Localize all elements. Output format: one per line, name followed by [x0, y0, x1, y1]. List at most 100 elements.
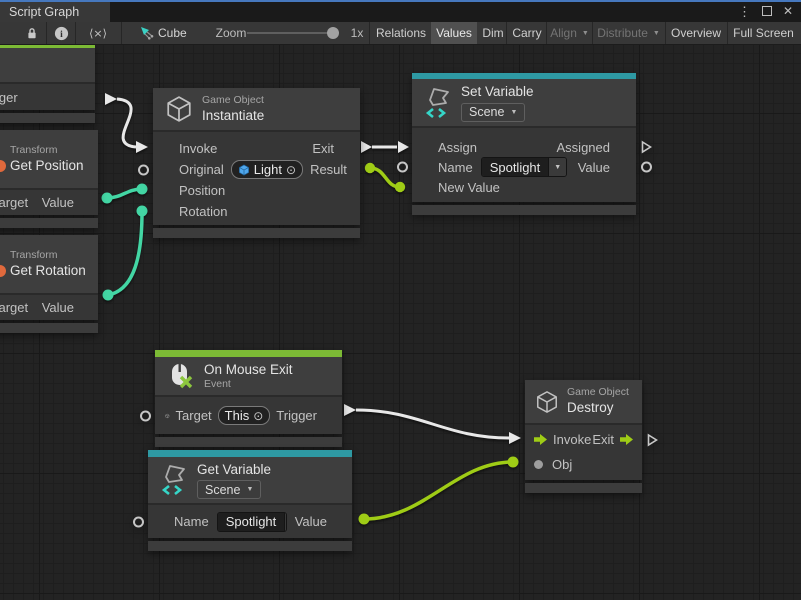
- port-label-trigger: Trigger: [276, 408, 317, 423]
- toolbar-button-distribute[interactable]: Distribute▼: [593, 22, 664, 44]
- graph-canvas[interactable]: Trigger Transform Get Position Target Va…: [0, 44, 801, 600]
- port-name-input[interactable]: [397, 162, 408, 173]
- graph-name-label: Cube: [158, 26, 187, 40]
- object-picker-icon[interactable]: ⊙: [286, 163, 296, 177]
- node-get-position[interactable]: Transform Get Position Target Value: [0, 130, 98, 228]
- wire-get-variable-to-obj[interactable]: [359, 457, 519, 525]
- toolbar-button-carry[interactable]: Carry: [508, 22, 546, 44]
- node-clipped-event[interactable]: Trigger: [0, 44, 95, 123]
- window-menu-icon[interactable]: ⋮: [738, 5, 751, 18]
- port-label-result: Result: [310, 162, 347, 177]
- code-icon: ⟨×⟩: [89, 27, 107, 40]
- chevron-down-icon: ▼: [246, 486, 253, 493]
- node-footer: [153, 228, 360, 238]
- close-icon[interactable]: ✕: [783, 5, 793, 17]
- toolbar-button-overview[interactable]: Overview: [666, 22, 726, 44]
- variable-name-dropdown[interactable]: Spotlight ▼: [481, 157, 568, 177]
- port-label-target: Target: [176, 408, 212, 423]
- port-label-original: Original: [179, 162, 224, 177]
- port-original-input[interactable]: [138, 164, 149, 175]
- node-title: Instantiate: [202, 107, 264, 125]
- object-picker-icon[interactable]: ⊙: [253, 409, 263, 423]
- node-set-variable[interactable]: Set Variable Scene ▼ Assign Assigned: [412, 73, 636, 215]
- node-destroy[interactable]: Game Object Destroy Invoke Exit: [525, 380, 642, 493]
- port-label-exit: Exit: [312, 141, 334, 156]
- port-label-value: Value: [42, 300, 74, 315]
- node-header: Set Variable Scene ▼: [412, 79, 636, 126]
- node-header: Game Object Instantiate: [153, 88, 360, 130]
- port-label-obj: Obj: [552, 457, 572, 472]
- object-field-value: This: [225, 408, 250, 423]
- variable-scope-dropdown[interactable]: Scene ▼: [461, 103, 525, 122]
- node-header: Get Variable Scene ▼: [148, 457, 352, 503]
- port-label-assign: Assign: [438, 140, 477, 155]
- port-value-output[interactable]: [641, 162, 652, 173]
- object-field-this[interactable]: This ⊙: [218, 406, 271, 425]
- toolbar-button-relations[interactable]: Relations: [372, 22, 430, 44]
- wire-trigger-to-destroy-invoke[interactable]: [344, 404, 521, 444]
- port-label-name: Name: [174, 514, 209, 529]
- wire-get-position-to-position[interactable]: [102, 184, 148, 204]
- port-label-position: Position: [179, 183, 225, 198]
- toolbar-button-align[interactable]: Align▼: [547, 22, 592, 44]
- chevron-down-icon: ▼: [653, 30, 660, 37]
- node-footer: [0, 323, 98, 333]
- zoom-label: Zoom: [213, 22, 249, 44]
- wire-exit-to-assign[interactable]: [361, 141, 409, 153]
- invoke-flow-icon[interactable]: [534, 434, 547, 445]
- node-footer: [0, 218, 98, 228]
- port-name-input[interactable]: [133, 516, 144, 527]
- tab-script-graph[interactable]: Script Graph: [0, 2, 110, 22]
- exit-flow-icon[interactable]: [620, 434, 633, 445]
- transform-icon: [0, 265, 6, 277]
- node-get-rotation[interactable]: Transform Get Rotation Target Value: [0, 235, 98, 333]
- wire-get-rotation-to-rotation[interactable]: [103, 206, 148, 301]
- zoom-slider-knob[interactable]: [327, 27, 339, 39]
- port-label-new-value: New Value: [438, 180, 500, 195]
- node-header: [0, 48, 95, 82]
- port-label-trigger: Trigger: [0, 90, 18, 105]
- variable-name-value: Spotlight: [482, 158, 549, 176]
- node-header: On Mouse Exit Event: [155, 357, 342, 395]
- maximize-icon[interactable]: [762, 6, 772, 16]
- game-object-cube-icon: [165, 408, 170, 424]
- scope-label: Scene: [469, 105, 504, 119]
- port-label-invoke: Invoke: [179, 141, 217, 156]
- toolbar-divider: [665, 22, 666, 44]
- port-label-assigned: Assigned: [557, 140, 610, 155]
- node-instantiate[interactable]: Game Object Instantiate Invoke Exit Orig…: [153, 88, 360, 238]
- game-object-cube-icon: [535, 390, 559, 414]
- info-button[interactable]: i: [47, 22, 75, 44]
- zoom-slider-track[interactable]: [247, 32, 333, 34]
- object-field-value: Light: [254, 162, 282, 177]
- port-label-value: Value: [295, 514, 327, 529]
- code-preview-button[interactable]: ⟨×⟩: [76, 22, 120, 44]
- toolbar-button-values[interactable]: Values: [431, 22, 477, 44]
- variable-name-dropdown[interactable]: Spotlight ▼: [217, 512, 287, 532]
- lock-button[interactable]: [18, 22, 46, 44]
- node-title: On Mouse Exit: [204, 361, 293, 379]
- node-on-mouse-exit[interactable]: On Mouse Exit Event Target This ⊙ Trigge…: [155, 350, 342, 447]
- toolbar-divider: [727, 22, 728, 44]
- graph-breadcrumb[interactable]: Cube: [158, 22, 198, 44]
- toolbar-button-full-screen[interactable]: Full Screen: [728, 22, 799, 44]
- node-get-variable[interactable]: Get Variable Scene ▼ Name Spotlight ▼ Va…: [148, 450, 352, 551]
- variable-scope-dropdown[interactable]: Scene ▼: [197, 480, 261, 499]
- node-title: Set Variable: [461, 83, 534, 101]
- toolbar-divider: [506, 22, 507, 44]
- object-field-light[interactable]: Light ⊙: [231, 160, 303, 179]
- toolbar-divider: [369, 22, 370, 44]
- node-subtitle: Event: [204, 378, 293, 391]
- toolbar-divider: [546, 22, 547, 44]
- obj-port-icon[interactable]: [534, 460, 543, 469]
- event-color-bar: [155, 350, 342, 357]
- port-target-input[interactable]: [140, 410, 151, 421]
- port-exit-output[interactable]: [647, 433, 658, 446]
- graph-breadcrumb-icon: [138, 22, 156, 44]
- node-footer: [0, 113, 95, 123]
- node-header: Transform Get Rotation: [0, 235, 98, 293]
- wire-event-to-instantiate-invoke[interactable]: [105, 93, 148, 153]
- port-assigned-output[interactable]: [641, 141, 652, 154]
- port-label-exit: Exit: [592, 432, 614, 447]
- toolbar-button-dim[interactable]: Dim: [479, 22, 507, 44]
